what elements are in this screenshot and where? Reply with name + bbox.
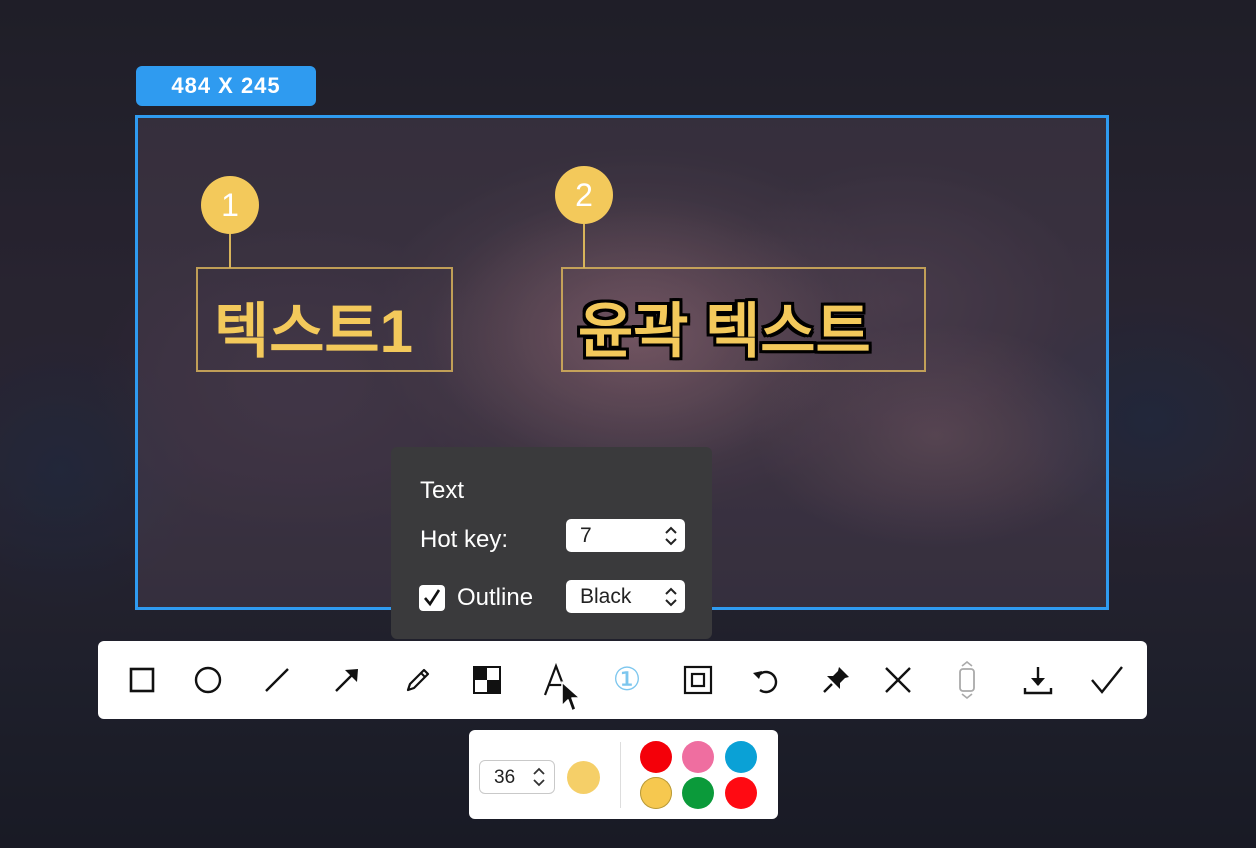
hotkey-stepper[interactable]: 7 bbox=[566, 519, 685, 552]
confirm-icon bbox=[1091, 666, 1123, 694]
arrow-icon bbox=[335, 669, 358, 692]
pencil-tool[interactable] bbox=[392, 641, 444, 719]
hotkey-value: 7 bbox=[580, 523, 592, 547]
select-arrows-icon[interactable] bbox=[664, 586, 678, 608]
outline-checkbox[interactable] bbox=[419, 585, 445, 611]
current-color-swatch[interactable] bbox=[567, 761, 600, 794]
confirm-button[interactable] bbox=[1081, 641, 1133, 719]
scroll-capture-icon bbox=[959, 661, 975, 699]
mouse-pointer-icon bbox=[561, 681, 581, 712]
outline-color-value: Black bbox=[580, 584, 632, 608]
color-swatch-green[interactable] bbox=[682, 777, 714, 809]
text-annotation-1: 텍스트1 bbox=[214, 298, 413, 365]
scroll-capture-button[interactable] bbox=[941, 641, 993, 719]
arrow-tool[interactable] bbox=[321, 641, 373, 719]
outline-label: Outline bbox=[457, 584, 534, 611]
font-size-stepper[interactable]: 36 bbox=[479, 760, 555, 794]
color-swatch-pink[interactable] bbox=[682, 741, 714, 773]
rectangle-tool[interactable] bbox=[116, 641, 168, 719]
mosaic-tool[interactable] bbox=[461, 641, 513, 719]
svg-text:①: ① bbox=[613, 662, 642, 698]
highlight-rect-icon bbox=[683, 665, 713, 695]
highlight-rect-tool[interactable] bbox=[672, 641, 724, 719]
number-marker-2[interactable]: 2 bbox=[555, 166, 613, 224]
mosaic-icon bbox=[473, 666, 501, 694]
color-swatch-yellow[interactable] bbox=[640, 777, 672, 809]
popup-title: Text bbox=[420, 477, 465, 504]
pencil-icon bbox=[406, 668, 430, 692]
close-button[interactable] bbox=[872, 641, 924, 719]
outlined-text-annotation: 윤곽 텍스트 bbox=[578, 298, 871, 365]
text-style-bar: 36 bbox=[469, 730, 778, 819]
number-marker-1[interactable]: 1 bbox=[201, 176, 259, 234]
undo-icon bbox=[753, 670, 778, 694]
line-icon bbox=[265, 668, 289, 692]
line-tool[interactable] bbox=[251, 641, 303, 719]
marker-1-stem bbox=[229, 234, 231, 268]
number-marker-icon: ① bbox=[613, 662, 642, 698]
capture-toolbar: ① bbox=[98, 641, 1147, 719]
font-size-value: 36 bbox=[494, 767, 516, 788]
selection-size-badge: 484 X 245 bbox=[136, 66, 316, 106]
font-size-arrows-icon[interactable] bbox=[532, 766, 546, 788]
outline-color-select[interactable]: Black bbox=[566, 580, 685, 613]
ellipse-icon bbox=[194, 666, 222, 694]
checkmark-icon bbox=[424, 589, 441, 607]
close-icon bbox=[885, 667, 911, 693]
undo-button[interactable] bbox=[740, 641, 792, 719]
rectangle-icon bbox=[129, 667, 155, 693]
color-swatch-red[interactable] bbox=[640, 741, 672, 773]
pin-button[interactable] bbox=[810, 641, 862, 719]
number-marker-tool[interactable]: ① bbox=[601, 641, 653, 719]
color-swatch-blue[interactable] bbox=[725, 741, 757, 773]
pin-icon bbox=[823, 667, 849, 693]
hotkey-label: Hot key: bbox=[420, 526, 509, 553]
marker-2-stem bbox=[583, 224, 585, 268]
download-button[interactable] bbox=[1012, 641, 1064, 719]
download-icon bbox=[1023, 667, 1053, 695]
ellipse-tool[interactable] bbox=[182, 641, 234, 719]
stepper-arrows-icon[interactable] bbox=[664, 525, 678, 547]
divider bbox=[620, 742, 621, 808]
color-swatch-bright-red[interactable] bbox=[725, 777, 757, 809]
